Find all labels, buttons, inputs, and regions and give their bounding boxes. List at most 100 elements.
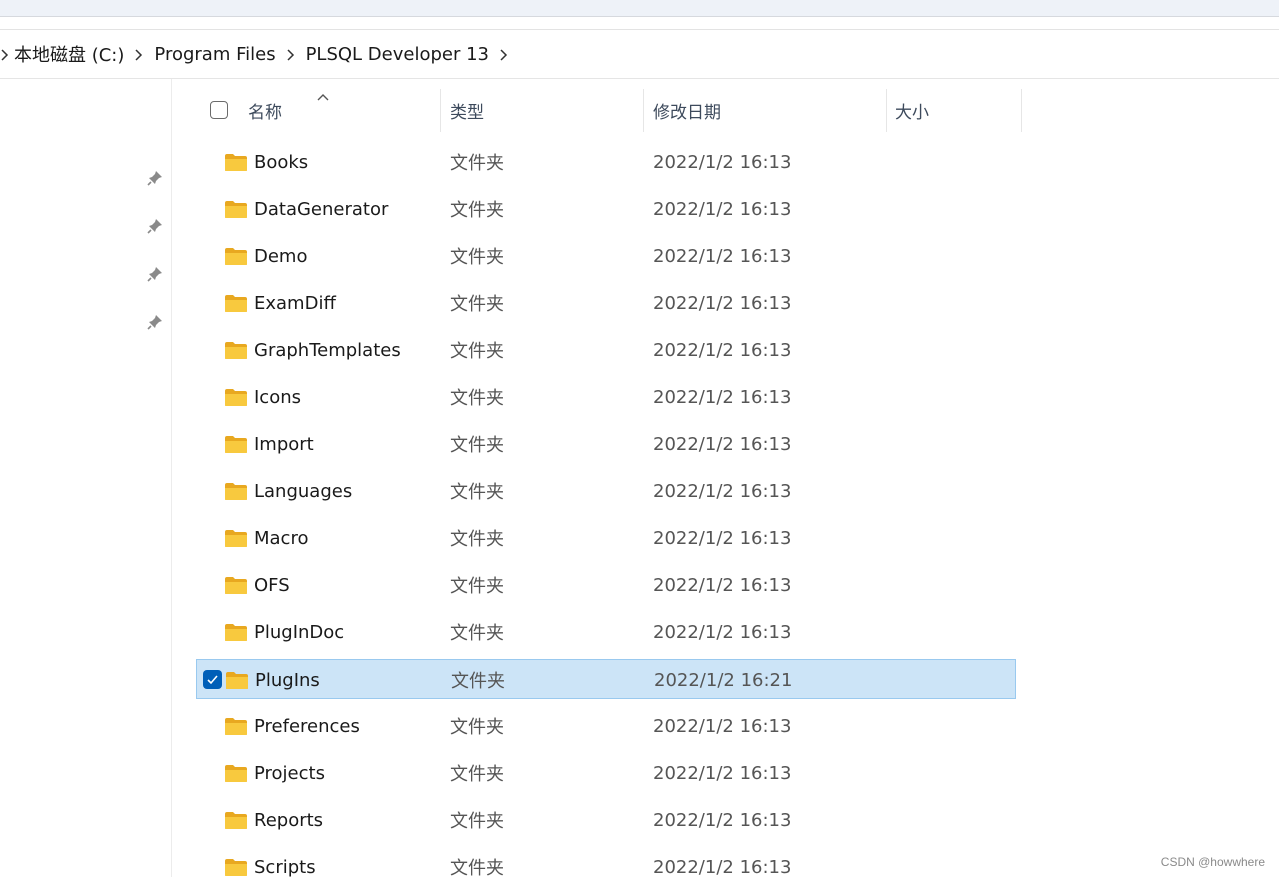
- chevron-right-icon[interactable]: [280, 45, 302, 64]
- file-name[interactable]: Languages: [254, 471, 352, 511]
- file-type: 文件夹: [450, 247, 504, 268]
- folder-icon: [224, 717, 248, 736]
- folder-icon: [224, 294, 248, 313]
- file-type: 文件夹: [450, 200, 504, 221]
- pin-icon[interactable]: [146, 313, 164, 331]
- file-type: 文件夹: [450, 388, 504, 409]
- folder-icon: [224, 858, 248, 877]
- file-row[interactable]: Scripts 文件夹 2022/1/2 16:13: [196, 847, 1016, 877]
- folder-icon: [224, 341, 248, 360]
- column-header-size[interactable]: 大小: [895, 89, 929, 132]
- file-name[interactable]: PlugIns: [255, 660, 320, 700]
- column-divider[interactable]: [643, 89, 644, 132]
- pin-icon[interactable]: [146, 217, 164, 235]
- column-divider[interactable]: [440, 89, 441, 132]
- file-date-modified: 2022/1/2 16:13: [653, 339, 792, 361]
- sort-ascending-icon: [316, 87, 330, 101]
- file-row[interactable]: Projects 文件夹 2022/1/2 16:13: [196, 753, 1016, 793]
- file-name[interactable]: Scripts: [254, 847, 316, 877]
- folder-icon: [225, 671, 249, 690]
- breadcrumb-item-program-files[interactable]: Program Files: [150, 44, 279, 65]
- file-name[interactable]: DataGenerator: [254, 189, 388, 229]
- file-date-modified: 2022/1/2 16:13: [653, 574, 792, 596]
- breadcrumb[interactable]: 本地磁盘 (C:) Program Files PLSQL Developer …: [0, 30, 1279, 79]
- file-name[interactable]: GraphTemplates: [254, 330, 401, 370]
- column-header: 名称 类型 修改日期 大小: [196, 89, 1026, 132]
- column-divider[interactable]: [886, 89, 887, 132]
- file-type: 文件夹: [450, 529, 504, 550]
- file-date-modified: 2022/1/2 16:21: [654, 669, 793, 691]
- folder-icon: [224, 388, 248, 407]
- file-name[interactable]: Reports: [254, 800, 323, 840]
- file-type: 文件夹: [450, 153, 504, 174]
- folder-icon: [224, 247, 248, 266]
- file-row[interactable]: GraphTemplates 文件夹 2022/1/2 16:13: [196, 330, 1016, 370]
- pin-icon[interactable]: [146, 265, 164, 283]
- column-header-type[interactable]: 类型: [450, 89, 484, 132]
- file-name[interactable]: OFS: [254, 565, 290, 605]
- file-date-modified: 2022/1/2 16:13: [653, 433, 792, 455]
- file-type: 文件夹: [450, 435, 504, 456]
- watermark: CSDN @howwhere: [1160, 855, 1265, 869]
- file-name[interactable]: Macro: [254, 518, 308, 558]
- file-row[interactable]: Macro 文件夹 2022/1/2 16:13: [196, 518, 1016, 558]
- file-row[interactable]: OFS 文件夹 2022/1/2 16:13: [196, 565, 1016, 605]
- file-name[interactable]: PlugInDoc: [254, 612, 344, 652]
- file-row[interactable]: Import 文件夹 2022/1/2 16:13: [196, 424, 1016, 464]
- file-date-modified: 2022/1/2 16:13: [653, 856, 792, 877]
- file-date-modified: 2022/1/2 16:13: [653, 292, 792, 314]
- file-name[interactable]: Demo: [254, 236, 307, 276]
- file-name[interactable]: ExamDiff: [254, 283, 336, 323]
- file-date-modified: 2022/1/2 16:13: [653, 527, 792, 549]
- file-row[interactable]: PlugInDoc 文件夹 2022/1/2 16:13: [196, 612, 1016, 652]
- column-header-name[interactable]: 名称: [248, 89, 282, 132]
- file-date-modified: 2022/1/2 16:13: [653, 480, 792, 502]
- file-type: 文件夹: [451, 671, 505, 692]
- file-name[interactable]: Import: [254, 424, 314, 464]
- row-checkbox-checked[interactable]: [203, 670, 222, 689]
- file-row[interactable]: Reports 文件夹 2022/1/2 16:13: [196, 800, 1016, 840]
- file-name[interactable]: Icons: [254, 377, 301, 417]
- toolbar-strip: [0, 0, 1279, 17]
- folder-icon: [224, 623, 248, 642]
- file-explorer-window: 本地磁盘 (C:) Program Files PLSQL Developer …: [0, 0, 1279, 877]
- breadcrumb-item-drive[interactable]: 本地磁盘 (C:): [10, 41, 128, 67]
- folder-icon: [224, 482, 248, 501]
- file-type: 文件夹: [450, 341, 504, 362]
- column-divider[interactable]: [1021, 89, 1022, 132]
- file-type: 文件夹: [450, 811, 504, 832]
- chevron-right-icon[interactable]: [493, 45, 515, 64]
- folder-icon: [224, 764, 248, 783]
- pin-icon[interactable]: [146, 169, 164, 187]
- file-date-modified: 2022/1/2 16:13: [653, 151, 792, 173]
- column-header-date[interactable]: 修改日期: [653, 89, 721, 132]
- file-date-modified: 2022/1/2 16:13: [653, 245, 792, 267]
- file-date-modified: 2022/1/2 16:13: [653, 198, 792, 220]
- folder-icon: [224, 529, 248, 548]
- file-type: 文件夹: [450, 717, 504, 738]
- chevron-right-icon[interactable]: [128, 45, 150, 64]
- file-row[interactable]: Icons 文件夹 2022/1/2 16:13: [196, 377, 1016, 417]
- file-name[interactable]: Books: [254, 142, 308, 182]
- file-type: 文件夹: [450, 858, 504, 877]
- folder-icon: [224, 153, 248, 172]
- file-type: 文件夹: [450, 294, 504, 315]
- file-date-modified: 2022/1/2 16:13: [653, 809, 792, 831]
- file-row[interactable]: Demo 文件夹 2022/1/2 16:13: [196, 236, 1016, 276]
- file-name[interactable]: Projects: [254, 753, 325, 793]
- file-row[interactable]: Languages 文件夹 2022/1/2 16:13: [196, 471, 1016, 511]
- file-row[interactable]: Preferences 文件夹 2022/1/2 16:13: [196, 706, 1016, 746]
- file-date-modified: 2022/1/2 16:13: [653, 386, 792, 408]
- select-all-checkbox[interactable]: [210, 101, 228, 119]
- file-name[interactable]: Preferences: [254, 706, 360, 746]
- folder-icon: [224, 435, 248, 454]
- file-row[interactable]: PlugIns 文件夹 2022/1/2 16:21: [196, 659, 1016, 699]
- toolbar-gap: [0, 17, 1279, 30]
- file-row[interactable]: DataGenerator 文件夹 2022/1/2 16:13: [196, 189, 1016, 229]
- chevron-right-icon[interactable]: [0, 45, 10, 64]
- file-type: 文件夹: [450, 576, 504, 597]
- file-row[interactable]: Books 文件夹 2022/1/2 16:13: [196, 142, 1016, 182]
- file-row[interactable]: ExamDiff 文件夹 2022/1/2 16:13: [196, 283, 1016, 323]
- file-type: 文件夹: [450, 764, 504, 785]
- breadcrumb-item-plsql-developer[interactable]: PLSQL Developer 13: [302, 44, 493, 65]
